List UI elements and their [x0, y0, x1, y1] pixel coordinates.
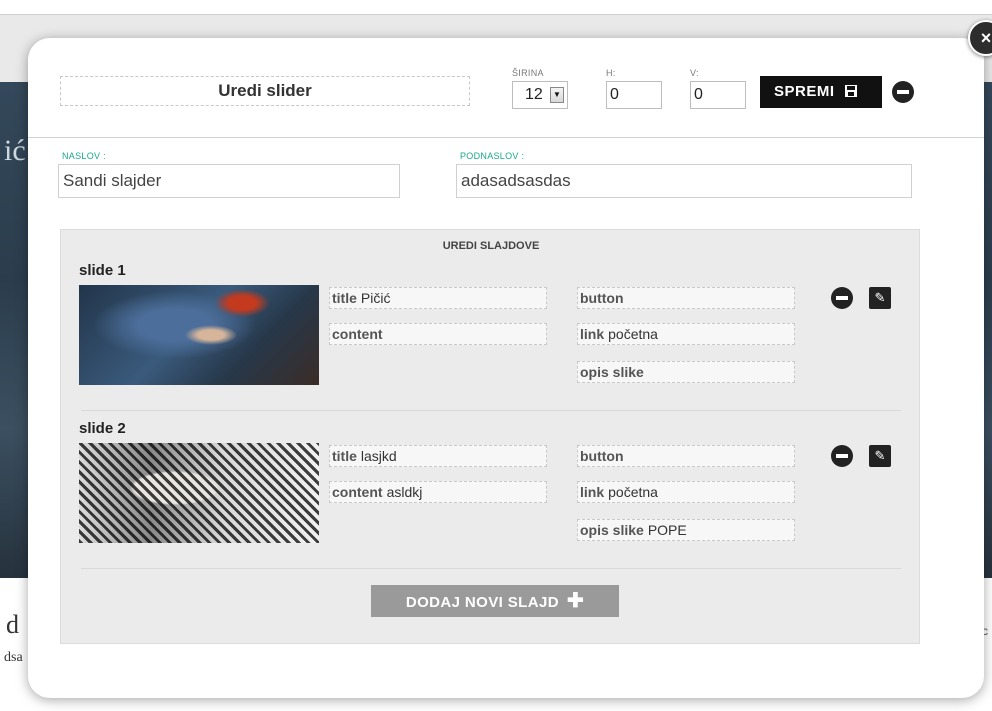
v-input[interactable]: 0 — [690, 81, 746, 109]
slide-2-title-value: lasjkd — [360, 448, 397, 464]
slide-1-link-label: link — [580, 326, 605, 342]
podnaslov-input[interactable]: adasadsasdas — [456, 164, 912, 198]
slide-divider — [81, 568, 901, 569]
podnaslov-label: PODNASLOV : — [460, 151, 525, 161]
slide-1-title-value: Pičić — [360, 290, 391, 306]
slide-1-name: slide 1 — [79, 262, 126, 279]
slide-1-button-label: button — [580, 290, 624, 306]
slide-1-pencil-icon[interactable]: ✎ — [869, 287, 891, 309]
naslov-label: NASLOV : — [62, 151, 106, 161]
background-body-text: dsa — [4, 650, 23, 665]
slides-panel: UREDI SLAJDOVE slide 1 title Pičić conten… — [60, 229, 920, 644]
slide-2-opis-value: POPE — [647, 522, 687, 538]
slide-2-title-label: title — [332, 448, 357, 464]
v-label: V: — [690, 68, 699, 78]
slide-2-button-field[interactable]: button — [577, 445, 795, 467]
slide-2-content-field[interactable]: content asldkj — [329, 481, 547, 503]
slide-1-link-field[interactable]: link početna — [577, 323, 795, 345]
slide-1-opis-field[interactable]: opis slike — [577, 361, 795, 383]
slide-1-remove-icon[interactable] — [831, 287, 853, 309]
header-divider — [28, 137, 984, 138]
slide-1-title-field[interactable]: title Pičić — [329, 287, 547, 309]
slide-2-opis-label: opis slike — [580, 522, 644, 538]
slide-1-button-field[interactable]: button — [577, 287, 795, 309]
sirina-value: 12 — [525, 86, 543, 103]
slide-2-content-label: content — [332, 484, 383, 500]
add-slide-label: DODAJ NOVI SLAJD — [405, 594, 559, 611]
slider-title[interactable]: Uredi slider — [60, 76, 470, 106]
save-button[interactable]: SPREMI — [760, 76, 882, 108]
h-label: H: — [606, 68, 616, 78]
sirina-select[interactable]: 12 ▼ — [512, 81, 568, 109]
slide-1-thumbnail — [79, 285, 319, 385]
edit-slider-modal: Uredi slider ŠIRINA 12 ▼ H: 0 V: 0 SPREM… — [28, 38, 984, 698]
background-hero-text: ić — [4, 134, 26, 167]
naslov-input[interactable]: Sandi slajder — [58, 164, 400, 198]
slide-2-button-label: button — [580, 448, 624, 464]
sirina-label: ŠIRINA — [512, 68, 544, 78]
slide-1-content-field[interactable]: content — [329, 323, 547, 345]
slide-2-link-value: početna — [608, 484, 658, 500]
dropdown-arrow-icon[interactable]: ▼ — [550, 87, 564, 103]
slide-2-link-label: link — [580, 484, 605, 500]
slide-2-link-field[interactable]: link početna — [577, 481, 795, 503]
add-slide-button[interactable]: DODAJ NOVI SLAJD ✚ — [371, 585, 619, 617]
save-button-label: SPREMI — [774, 83, 835, 100]
floppy-icon — [845, 76, 858, 108]
h-input[interactable]: 0 — [606, 81, 662, 109]
background-heading-text: d — [6, 610, 19, 639]
slide-2-opis-field[interactable]: opis slike POPE — [577, 519, 795, 541]
plus-icon: ✚ — [566, 590, 585, 612]
slides-panel-title: UREDI SLAJDOVE — [442, 240, 540, 252]
slide-1-title-label: title — [332, 290, 357, 306]
slide-1-content-label: content — [332, 326, 383, 342]
background-top-bar — [0, 0, 992, 14]
slide-1-link-value: početna — [608, 326, 658, 342]
slide-2-content-value: asldkj — [386, 484, 423, 500]
slide-1-opis-label: opis slike — [580, 364, 644, 380]
slide-divider — [81, 410, 901, 411]
remove-slider-icon[interactable] — [892, 81, 914, 103]
slide-2-title-field[interactable]: title lasjkd — [329, 445, 547, 467]
background-top-line — [0, 14, 992, 15]
slide-2-thumbnail — [79, 443, 319, 543]
slide-2-pencil-icon[interactable]: ✎ — [869, 445, 891, 467]
slide-2-remove-icon[interactable] — [831, 445, 853, 467]
slide-2-name: slide 2 — [79, 420, 126, 437]
